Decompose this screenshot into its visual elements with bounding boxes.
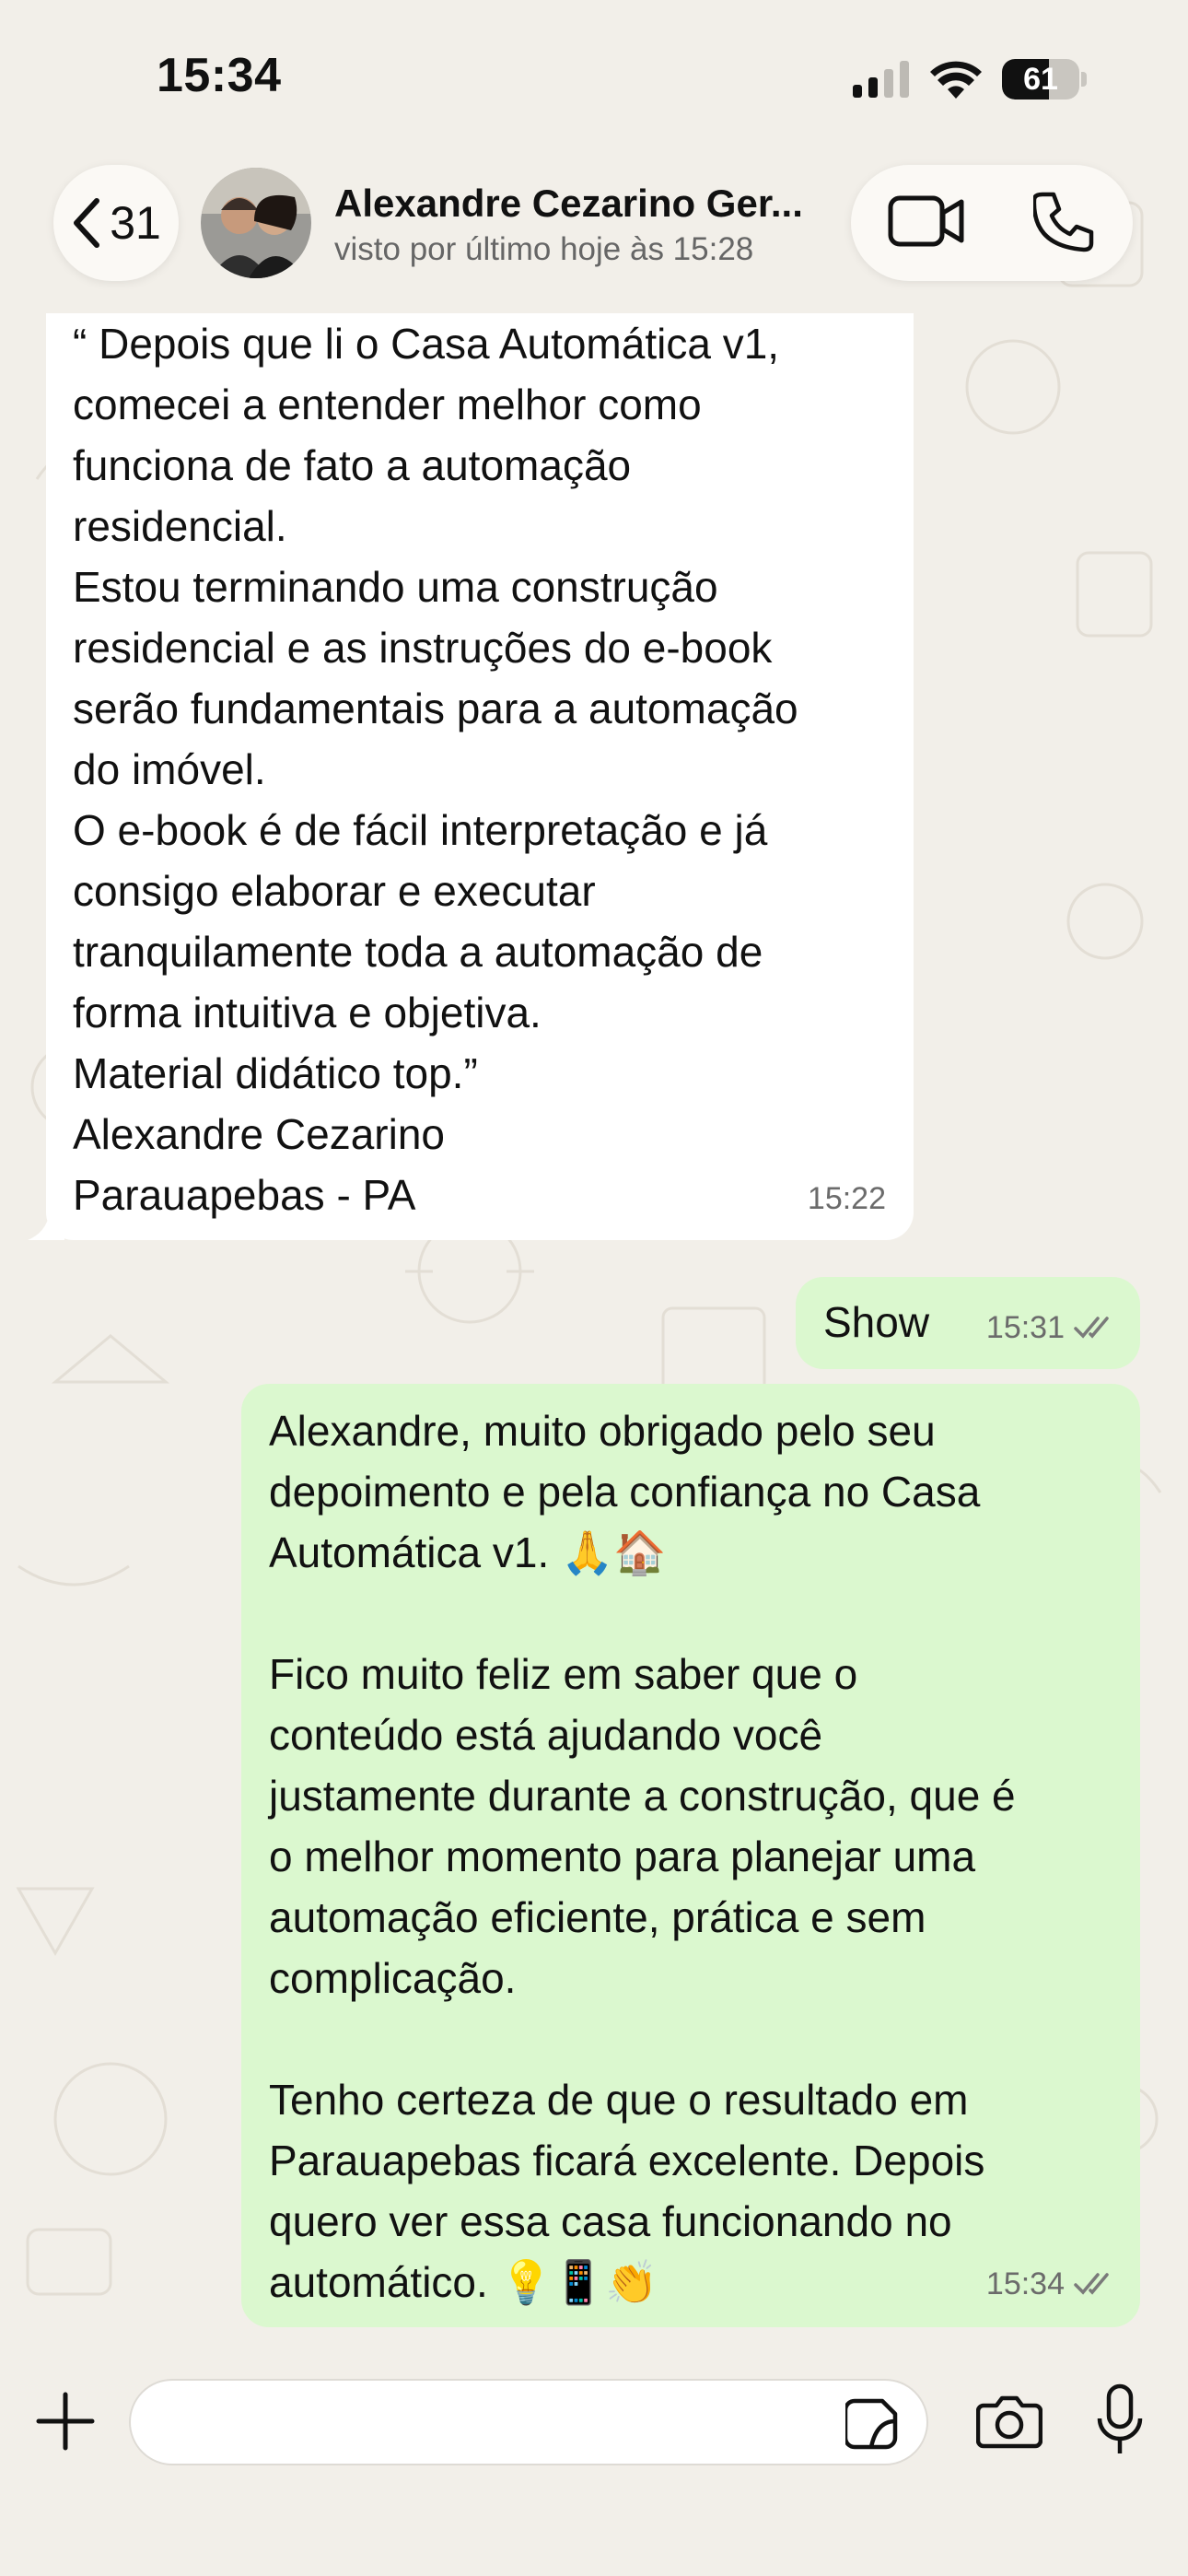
message-line: “ Depois que li o Casa Automática v1, — [73, 320, 780, 368]
outgoing-message[interactable]: Show 15:31 — [796, 1277, 1140, 1369]
message-line: depoimento e pela confiança no Casa — [269, 1468, 981, 1516]
message-line: forma intuitiva e objetiva. — [73, 989, 542, 1036]
message-line: do imóvel. — [73, 745, 266, 793]
message-line: Tenho certeza de que o resultado em — [269, 2076, 969, 2124]
home-indicator — [467, 2543, 721, 2554]
message-line: Alexandre Cezarino — [73, 1110, 446, 1158]
battery-indicator: 61 — [1002, 59, 1087, 100]
message-time: 15:31 — [985, 1310, 1065, 1345]
bubble-tail — [28, 1212, 64, 1240]
message-line: serão fundamentais para a automação — [73, 685, 798, 732]
back-button[interactable]: 31 — [53, 165, 179, 281]
plus-icon[interactable] — [35, 2391, 96, 2452]
message-line: comecei a entender melhor como — [73, 381, 702, 428]
phone-call-icon[interactable] — [1033, 191, 1094, 253]
message-line: consigo elaborar e executar — [73, 867, 596, 915]
message-composer — [0, 2345, 1188, 2492]
contact-avatar[interactable] — [201, 168, 311, 278]
battery-level: 61 — [1023, 62, 1058, 97]
message-line: Parauapebas ficará excelente. Depois — [269, 2137, 985, 2184]
video-call-icon[interactable] — [888, 193, 965, 250]
status-bar: 15:34 61 — [0, 0, 1188, 157]
message-line — [269, 2008, 1016, 2069]
message-line: Automática v1. 🙏🏠 — [269, 1528, 667, 1576]
message-line: tranquilamente toda a automação de — [73, 928, 763, 976]
status-time: 15:34 — [157, 49, 282, 102]
message-line: automático. 💡📱👏 — [269, 2258, 658, 2306]
message-line: O e-book é de fácil interpretação e já — [73, 806, 768, 854]
outgoing-message[interactable]: Alexandre, muito obrigado pelo seu depoi… — [241, 1384, 1140, 2327]
cellular-signal-icon — [853, 61, 909, 98]
message-text: Show — [823, 1298, 930, 1346]
message-line: quero ver essa casa funcionando no — [269, 2197, 952, 2245]
message-line: Material didático top.” — [73, 1049, 478, 1097]
message-text: “ Depois que li o Casa Automática v1, co… — [73, 313, 798, 1225]
message-text: Alexandre, muito obrigado pelo seu depoi… — [269, 1400, 1016, 2313]
message-line: complicação. — [269, 1954, 517, 2002]
message-line: residencial e as instruções do e-book — [73, 624, 773, 672]
call-actions — [851, 165, 1133, 281]
unread-count: 31 — [110, 197, 161, 249]
message-line: justamente durante a construção, que é — [269, 1772, 1016, 1820]
message-time: 15:34 — [985, 2266, 1065, 2301]
message-line: funciona de fato a automação — [73, 441, 632, 489]
message-meta: 15:31 — [986, 1297, 1116, 1358]
chat-header: 31 Alexandre Cezarino Ger... visto por ú… — [0, 161, 1188, 286]
message-line: automação eficiente, prática e sem — [269, 1893, 926, 1941]
status-icons: 61 — [853, 59, 1087, 100]
message-time: 15:22 — [807, 1181, 886, 1216]
sticker-icon[interactable] — [845, 2397, 899, 2451]
message-line: Alexandre, muito obrigado pelo seu — [269, 1407, 936, 1455]
message-line: o melhor momento para planejar uma — [269, 1832, 976, 1880]
message-input[interactable] — [158, 2381, 858, 2464]
message-meta: 15:34 — [986, 2254, 1116, 2314]
microphone-icon[interactable] — [1096, 2383, 1144, 2457]
message-line: Parauapebas - PA — [73, 1171, 416, 1219]
wifi-icon — [930, 61, 982, 99]
message-input-container — [129, 2379, 928, 2465]
last-seen-status: visto por último hoje às 15:28 — [334, 231, 754, 267]
double-check-icon — [1074, 2273, 1109, 2295]
message-line: Estou terminando uma construção — [73, 563, 718, 611]
incoming-message[interactable]: “ Depois que li o Casa Automática v1, co… — [46, 313, 914, 1240]
contact-name[interactable]: Alexandre Cezarino Ger... — [334, 181, 822, 226]
message-line: residencial. — [73, 502, 287, 550]
message-line: conteúdo está ajudando você — [269, 1711, 823, 1759]
message-line: Fico muito feliz em saber que o — [269, 1650, 858, 1698]
camera-icon[interactable] — [976, 2393, 1042, 2450]
double-check-icon — [1074, 1317, 1109, 1339]
chevron-left-icon — [74, 198, 100, 248]
message-line — [269, 1583, 1016, 1644]
